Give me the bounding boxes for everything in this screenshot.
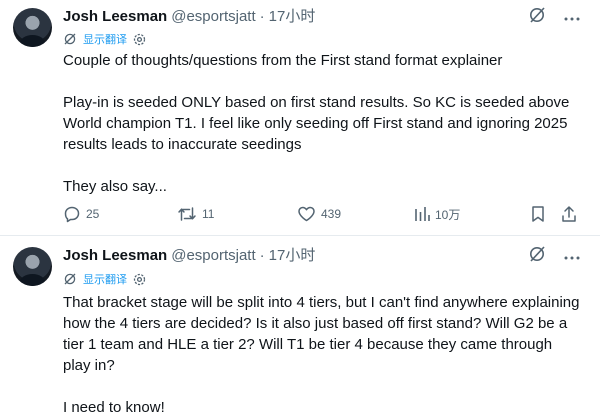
grok-icon[interactable] xyxy=(528,245,546,268)
views-icon xyxy=(414,206,430,222)
like-icon xyxy=(297,205,316,223)
tweet-paragraph: I need to know! xyxy=(63,399,165,416)
header-actions xyxy=(528,6,580,29)
show-translation-link[interactable]: 显示翻译 xyxy=(63,31,146,47)
reply-button[interactable]: 25 xyxy=(63,204,99,224)
author-name[interactable]: Josh Leesman xyxy=(63,8,167,25)
tweet[interactable]: Josh Leesman @esportsjatt · 17小时 显示翻译 Coupl… xyxy=(0,0,600,236)
tweet-body: That bracket stage will be split into 4 … xyxy=(63,292,583,418)
share-button[interactable] xyxy=(561,204,577,224)
reply-count: 25 xyxy=(86,207,100,221)
separator-dot: · xyxy=(259,8,265,25)
grok-icon[interactable] xyxy=(528,6,546,29)
retweet-button[interactable]: 11 xyxy=(177,204,214,224)
views-count: 10万 xyxy=(435,207,461,222)
retweet-count: 11 xyxy=(202,207,215,221)
tweet-paragraph: Couple of thoughts/questions from the Fi… xyxy=(63,52,503,69)
more-icon[interactable] xyxy=(564,8,580,26)
reply-icon xyxy=(63,205,81,223)
tweet-paragraph: They also say... xyxy=(63,178,167,195)
translate-label[interactable]: 显示翻译 xyxy=(83,271,127,287)
share-icon xyxy=(561,205,577,223)
timestamp[interactable]: 17小时 xyxy=(269,247,316,264)
like-count: 439 xyxy=(321,207,342,221)
tweet-paragraph: Play-in is seeded ONLY based on first st… xyxy=(63,94,570,153)
author-name[interactable]: Josh Leesman xyxy=(63,247,167,264)
tweet-actions: 25 11 439 10万 xyxy=(63,204,583,224)
settings-icon[interactable] xyxy=(133,33,146,46)
like-button[interactable]: 439 xyxy=(297,204,341,224)
translate-icon xyxy=(63,32,77,46)
tweet[interactable]: Josh Leesman @esportsjatt · 17小时 显示翻译 That … xyxy=(0,236,600,416)
author-handle[interactable]: @esportsjatt xyxy=(171,8,255,25)
settings-icon[interactable] xyxy=(133,273,146,286)
more-icon[interactable] xyxy=(564,247,580,265)
tweet-paragraph: That bracket stage will be split into 4 … xyxy=(63,294,580,374)
avatar[interactable] xyxy=(13,247,52,286)
show-translation-link[interactable]: 显示翻译 xyxy=(63,271,146,287)
timestamp[interactable]: 17小时 xyxy=(269,8,316,25)
header-actions xyxy=(528,245,580,268)
separator-dot: · xyxy=(259,247,265,264)
translate-icon xyxy=(63,272,77,286)
tweet-header: Josh Leesman @esportsjatt · 17小时 xyxy=(63,7,315,27)
bookmark-button[interactable] xyxy=(531,204,545,224)
tweet-header: Josh Leesman @esportsjatt · 17小时 xyxy=(63,246,315,266)
avatar[interactable] xyxy=(13,8,52,47)
translate-label[interactable]: 显示翻译 xyxy=(83,31,127,47)
author-handle[interactable]: @esportsjatt xyxy=(171,247,255,264)
bookmark-icon xyxy=(531,205,545,223)
views-button[interactable]: 10万 xyxy=(414,204,460,224)
tweet-body: Couple of thoughts/questions from the Fi… xyxy=(63,50,583,197)
retweet-icon xyxy=(177,205,197,223)
